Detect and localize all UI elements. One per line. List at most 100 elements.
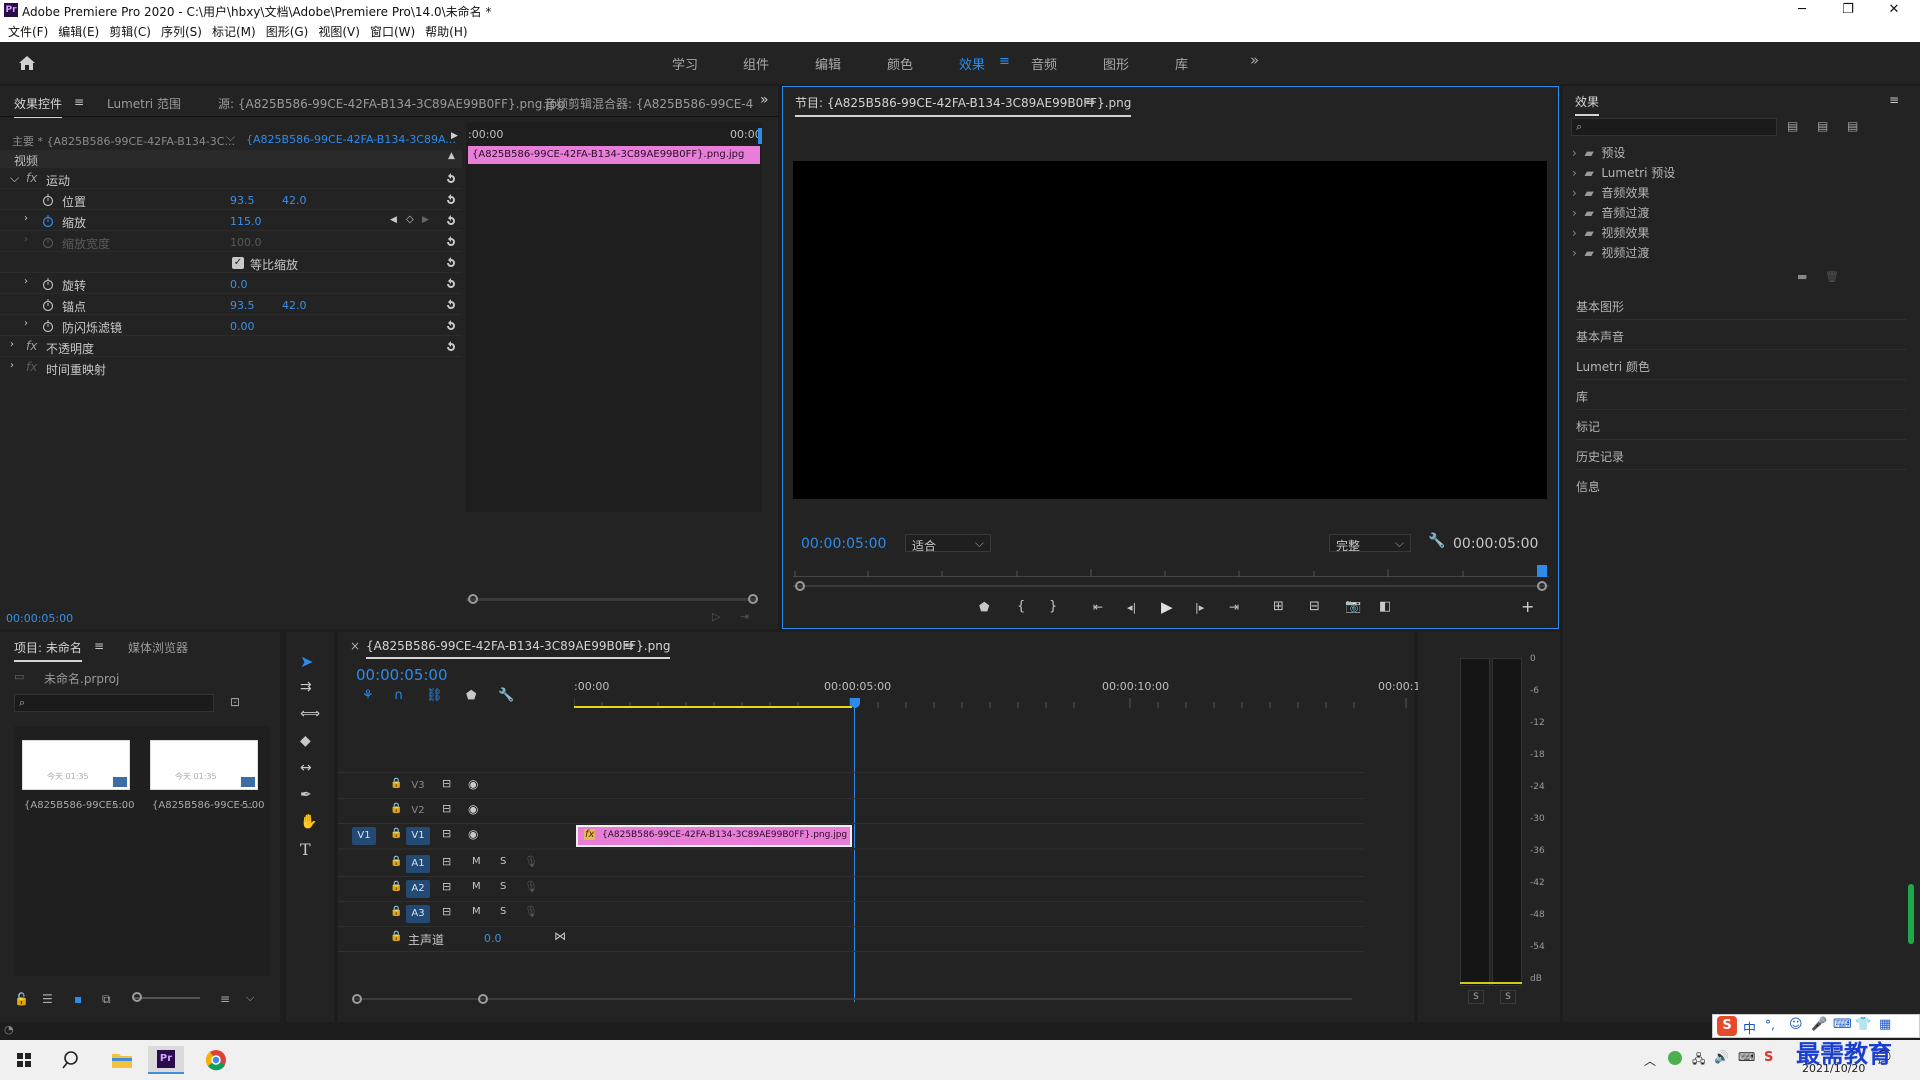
tabs-overflow-icon[interactable]: » [760, 92, 769, 108]
ime-mode-icon[interactable]: ⌨ [1738, 1050, 1755, 1064]
stopwatch-scale-icon[interactable] [42, 215, 54, 227]
project-thumbnail[interactable]: 今天 01:35 [150, 740, 258, 790]
uniform-scale-checkbox[interactable]: ✓ [232, 257, 244, 269]
mute-button[interactable]: M [472, 881, 481, 892]
go-to-in-icon[interactable]: ⇤ [1093, 600, 1103, 614]
minimize-icon[interactable]: ─ [1784, 1, 1820, 19]
expand-time-remap-icon[interactable]: › [10, 360, 14, 371]
next-keyframe-icon[interactable]: ▶ [422, 215, 429, 225]
reset-rotation-icon[interactable] [444, 277, 458, 291]
tab-audio-clip-mixer[interactable]: 音频剪辑混合器: {A825B586-99CE-4 [544, 95, 753, 112]
fit-dropdown[interactable]: 适合 ⌵ [905, 534, 991, 553]
panel-libraries[interactable]: 库 [1576, 380, 1906, 410]
sync-lock-icon[interactable]: ⊟ [442, 855, 451, 868]
sync-lock-icon[interactable]: ⊟ [442, 777, 451, 790]
new-bin-icon[interactable]: ▬ [1797, 270, 1807, 283]
home-icon[interactable] [16, 52, 38, 74]
solo-button[interactable]: S [500, 881, 506, 892]
thumbnail-size-slider[interactable] [134, 997, 200, 999]
work-area-bar[interactable] [574, 706, 852, 708]
panel-history[interactable]: 历史记录 [1576, 440, 1906, 470]
ime-toolbox-icon[interactable]: ▦ [1879, 1017, 1891, 1032]
ime-chinese-mode[interactable]: 中 [1743, 1018, 1756, 1037]
pen-icon[interactable]: ✒ [300, 787, 312, 803]
timeline-timecode[interactable]: 00:00:05:00 [356, 666, 448, 684]
eye-icon[interactable]: ◉ [468, 802, 478, 816]
scrollbar-indicator[interactable] [1908, 884, 1914, 944]
panel-essential-graphics[interactable]: 基本图形 [1576, 290, 1906, 320]
hand-icon[interactable]: ✋ [300, 814, 317, 830]
zoom-handle-left[interactable] [468, 594, 478, 604]
snap-icon[interactable]: ∩ [394, 688, 404, 703]
tab-source[interactable]: 源: {A825B586-99CE-42FA-B134-3C89AE99B0FF… [218, 95, 565, 112]
tab-lumetri-scopes[interactable]: Lumetri 范围 [107, 95, 181, 112]
volume-icon[interactable]: 🔊 [1714, 1050, 1729, 1064]
workspace-libraries[interactable]: 库 [1175, 54, 1188, 73]
search-icon[interactable] [54, 1046, 90, 1074]
menu-view[interactable]: 视图(V) [313, 20, 365, 40]
reset-position-icon[interactable] [444, 193, 458, 207]
source-patch-v1[interactable]: V1 [352, 827, 376, 845]
mini-zoom-bar[interactable] [466, 598, 756, 601]
tray-app-icon[interactable] [1668, 1051, 1682, 1065]
add-button-icon[interactable]: + [1521, 597, 1534, 616]
mini-clip-bar[interactable]: {A825B586-99CE-42FA-B134-3C89AE99B0FF}.p… [468, 146, 760, 164]
program-zoom-right[interactable] [1537, 581, 1547, 591]
workspace-assembly[interactable]: 组件 [743, 54, 769, 73]
mark-out-icon[interactable]: } [1049, 599, 1057, 614]
tab-media-browser[interactable]: 媒体浏览器 [128, 639, 188, 656]
menu-sequence[interactable]: 序列(S) [156, 20, 207, 40]
extract-icon[interactable]: ⊟ [1309, 599, 1320, 614]
stopwatch-rotation-icon[interactable] [42, 278, 54, 290]
project-search-input[interactable]: ⌕ [14, 694, 214, 712]
project-thumbnail[interactable]: 今天 01:35 [22, 740, 130, 790]
sort-icon[interactable]: ≡ [220, 992, 230, 1006]
track-select-icon[interactable]: ⇉ [300, 679, 312, 695]
program-title[interactable]: 节目: {A825B586-99CE-42FA-B134-3C89AE99B0F… [795, 94, 1132, 117]
icon-view-icon[interactable]: ▪ [74, 992, 82, 1006]
track-v2-toggle[interactable]: V2 [406, 802, 430, 820]
track-lock-icon[interactable]: 🔒 [390, 881, 402, 892]
ime-keyboard-icon[interactable]: ⌨ [1833, 1017, 1852, 1032]
reset-flicker-icon[interactable] [444, 319, 458, 333]
master-volume-value[interactable]: 0.0 [484, 932, 502, 945]
stopwatch-icon[interactable] [42, 194, 54, 206]
effects-search-input[interactable]: ⌕ [1571, 118, 1777, 136]
horizontal-scrollbar[interactable] [352, 998, 1352, 1000]
camera-icon[interactable]: 📷 [1345, 599, 1361, 614]
workspace-overflow-icon[interactable]: » [1250, 51, 1259, 69]
prev-keyframe-icon[interactable]: ◀ [390, 215, 397, 225]
add-marker-icon[interactable]: ⬟ [466, 688, 476, 702]
rotation-value[interactable]: 0.0 [230, 278, 248, 291]
fx-folder-audio-transitions[interactable]: › ▰ 音频过渡 [1572, 204, 1649, 223]
track-lock-icon[interactable]: 🔒 [390, 778, 402, 789]
mute-button[interactable]: M [472, 906, 481, 917]
workspace-editing[interactable]: 编辑 [815, 54, 841, 73]
chrome-icon[interactable] [198, 1046, 234, 1074]
workspace-audio[interactable]: 音频 [1031, 54, 1057, 73]
solo-button[interactable]: S [500, 906, 506, 917]
collapse-icon[interactable]: ▲ [448, 151, 455, 161]
program-zoom-bar[interactable] [793, 585, 1549, 587]
expand-motion-icon[interactable]: ⌵ [10, 171, 19, 186]
ime-emoji-icon[interactable]: ☺ [1789, 1017, 1803, 1032]
workspace-learn[interactable]: 学习 [672, 54, 698, 73]
track-lock-icon[interactable]: 🔒 [390, 803, 402, 814]
step-back-icon[interactable]: ◂| [1127, 601, 1136, 614]
tab-menu-icon[interactable]: ≡ [74, 95, 84, 109]
lift-icon[interactable]: ⊞ [1273, 599, 1284, 614]
list-view-icon[interactable]: ☰ [42, 992, 53, 1006]
accelerated-effects-icon[interactable]: ▤ [1787, 119, 1798, 133]
fx-folder-video-transitions[interactable]: › ▰ 视频过渡 [1572, 244, 1649, 263]
quality-dropdown[interactable]: 完整 ⌵ [1329, 534, 1411, 553]
sync-lock-icon[interactable]: ⊟ [442, 905, 451, 918]
menu-clip[interactable]: 剪辑(C) [104, 20, 156, 40]
anchor-y-value[interactable]: 42.0 [282, 299, 307, 312]
ime-punctuation-icon[interactable]: °, [1765, 1018, 1775, 1032]
anchor-x-value[interactable]: 93.5 [230, 299, 255, 312]
solo-right-button[interactable]: S [1500, 990, 1516, 1004]
zoom-handle-right[interactable] [478, 994, 488, 1004]
program-ruler[interactable] [793, 565, 1549, 577]
slip-icon[interactable]: ↔ [300, 760, 312, 776]
panel-markers[interactable]: 标记 [1576, 410, 1906, 440]
